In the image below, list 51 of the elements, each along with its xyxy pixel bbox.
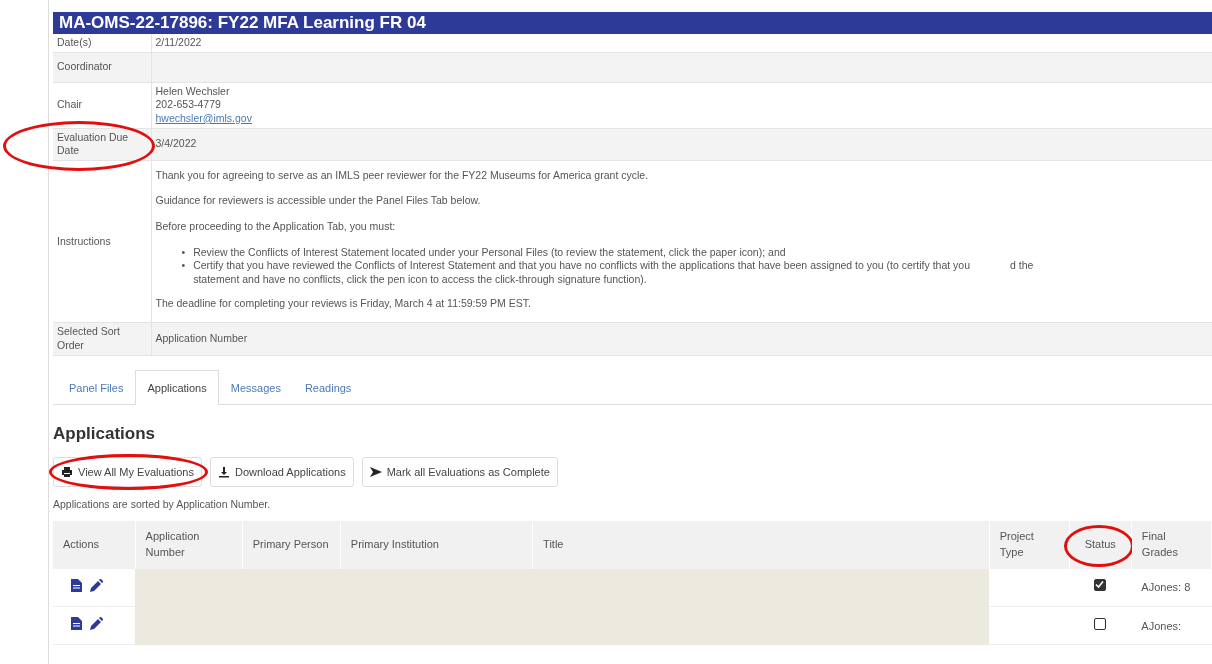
table-cell: AJones: <box>1141 619 1182 632</box>
column-header: Actions <box>63 538 100 551</box>
field-label: Date(s) <box>57 36 92 48</box>
email-link[interactable]: hwechsler@imls.gov <box>155 111 252 124</box>
column-header: Title <box>543 538 564 551</box>
bullet-text: Review the Conflicts of Interest Statement located under your Personal Files (to review the statement, click the paper icon); and <box>193 245 786 258</box>
tab[interactable]: Readings <box>292 369 364 406</box>
bullet-text: Certify that you have reviewed the Conflicts of Interest Statement and that you have no conflicts with the applications that have been assigned to you (to certify that you <box>193 259 971 272</box>
toolbar-button[interactable]: Mark all Evaluations as Complete <box>361 456 558 488</box>
field-value: 2/11/2022 <box>155 36 203 50</box>
tab[interactable]: Applications <box>135 369 219 406</box>
printer-icon <box>61 465 73 478</box>
field-label: Instructions <box>57 234 111 247</box>
pen-icon[interactable] <box>90 617 103 631</box>
column-header: Status <box>1084 538 1116 551</box>
send-icon <box>369 465 382 478</box>
panel-title: MA-OMS-22-17896: FY22 MFA Learning FR 04 <box>53 12 1212 34</box>
tab[interactable]: Panel Files <box>57 369 136 406</box>
pen-icon[interactable] <box>90 578 103 592</box>
document-icon[interactable] <box>71 578 82 592</box>
instruction-text: Guidance for reviewers is accessible under the Panel Files Tab below. <box>155 194 482 209</box>
instruction-text: Before proceeding to the Application Tab, you must: <box>155 220 397 234</box>
column-header: Project Type <box>999 530 1034 558</box>
field-value: Helen Wechsler <box>155 84 231 99</box>
table-cell: AJones: 8 <box>1141 581 1191 594</box>
bullet-text: statement and have no conflicts, click the pen icon to access the click-through signature function). <box>193 273 648 287</box>
bullet-text: d the <box>1010 259 1034 272</box>
field-value: 202-653-4779 <box>155 98 222 112</box>
deadline-text: The deadline for completing your reviews is Friday, March 4 at 11:59:59 PM EST. <box>155 296 532 311</box>
bullet-marker: • <box>181 259 186 274</box>
checkbox[interactable] <box>1094 617 1107 630</box>
field-value: 3/4/2022 <box>155 137 198 151</box>
column-header: Application Number <box>145 530 200 558</box>
field-value: Application Number <box>155 332 249 346</box>
field-label: Coordinator <box>57 60 112 73</box>
column-header: Primary Person <box>252 538 329 551</box>
instruction-text: Thank you for agreeing to serve as an IMLS peer reviewer for the FY22 Museums for America grant cycle. <box>155 168 650 183</box>
download-icon <box>217 465 230 478</box>
section-heading: Applications <box>53 423 156 446</box>
checkbox[interactable] <box>1094 579 1107 592</box>
column-header: Final Grades <box>1141 530 1178 558</box>
toolbar-button[interactable]: Download Applications <box>209 456 354 488</box>
tab[interactable]: Messages <box>218 369 293 406</box>
bullet-marker: • <box>181 245 186 260</box>
field-label: Selected Sort Order <box>57 325 121 351</box>
toolbar-button[interactable]: View All My Evaluations <box>53 456 202 488</box>
column-header: Primary Institution <box>350 538 439 551</box>
sort-note: Applications are sorted by Application Number. <box>53 497 272 513</box>
field-label: Chair <box>57 98 83 111</box>
document-icon[interactable] <box>71 617 82 631</box>
field-label: Evaluation Due Date <box>57 130 129 157</box>
